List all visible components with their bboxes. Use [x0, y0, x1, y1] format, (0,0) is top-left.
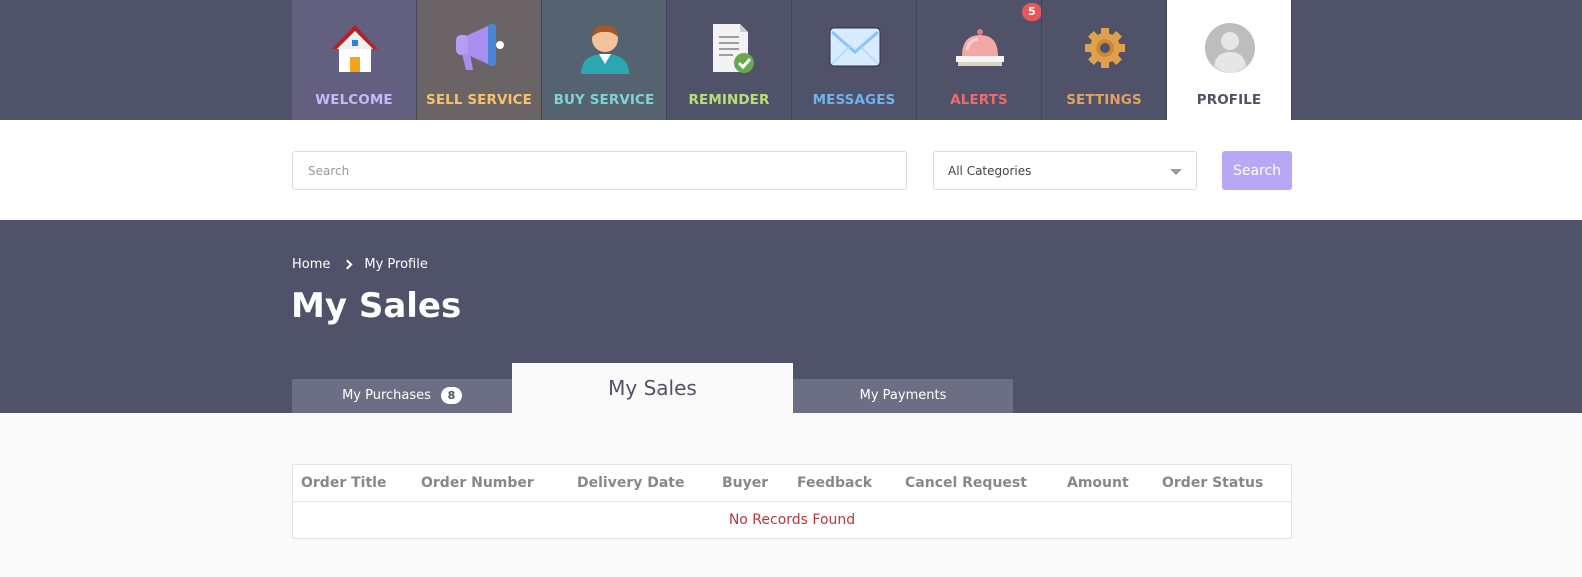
nav-reminder[interactable]: REMINDER	[667, 0, 791, 120]
table-header-row: Order Title Order Number Delivery Date B…	[293, 465, 1291, 502]
category-select-value: All Categories	[948, 164, 1032, 178]
bell-icon	[956, 29, 1004, 66]
user-icon	[581, 25, 629, 74]
nav-profile-label: PROFILE	[1196, 92, 1262, 108]
column-header-delivery-date: Delivery Date	[577, 475, 685, 491]
breadcrumb: Home My Profile	[292, 257, 428, 272]
nav-alerts[interactable]: 5 ALERTS	[917, 0, 1042, 120]
column-header-order-status: Order Status	[1162, 475, 1264, 491]
chevron-right-icon	[342, 259, 353, 270]
avatar-icon	[1205, 23, 1255, 73]
nav-welcome-label: WELCOME	[315, 92, 393, 108]
home-icon	[332, 25, 378, 72]
category-select[interactable]: All Categories	[933, 151, 1197, 190]
purchases-count-badge: 8	[440, 387, 462, 404]
nav-messages-label: MESSAGES	[812, 92, 896, 108]
megaphone-icon	[456, 24, 504, 70]
gear-icon	[1085, 28, 1125, 68]
table-empty-row: No Records Found	[293, 502, 1291, 538]
tab-my-payments-label: My Payments	[859, 388, 947, 403]
nav-sell-service-label: SELL SERVICE	[426, 92, 532, 108]
nav-profile[interactable]: PROFILE	[1167, 0, 1291, 120]
nav-messages[interactable]: MESSAGES	[792, 0, 916, 120]
nav-divider	[1291, 0, 1292, 120]
breadcrumb-home-link[interactable]: Home	[292, 257, 330, 272]
tab-my-purchases[interactable]: My Purchases 8	[292, 379, 512, 413]
column-header-amount: Amount	[1067, 475, 1129, 491]
no-records-message: No Records Found	[728, 512, 856, 528]
search-input[interactable]	[292, 151, 907, 190]
tab-my-payments[interactable]: My Payments	[793, 379, 1013, 413]
tab-my-sales[interactable]: My Sales	[512, 363, 793, 413]
tab-my-purchases-label: My Purchases	[342, 388, 431, 403]
search-button[interactable]: Search	[1222, 151, 1292, 190]
document-check-icon	[713, 24, 754, 73]
nav-settings-label: SETTINGS	[1066, 92, 1142, 108]
top-navigation: WELCOME SELL SERVICE BUY SERVICE REMINDE…	[0, 0, 1582, 120]
nav-welcome[interactable]: WELCOME	[292, 0, 416, 120]
nav-reminder-label: REMINDER	[688, 92, 770, 108]
envelope-icon	[829, 27, 881, 67]
nav-buy-service-label: BUY SERVICE	[553, 92, 655, 108]
column-header-order-title: Order Title	[301, 475, 387, 491]
breadcrumb-current: My Profile	[364, 257, 428, 272]
column-header-cancel-request: Cancel Request	[905, 475, 1027, 491]
tab-my-sales-label: My Sales	[608, 376, 697, 400]
chevron-down-icon	[1170, 169, 1182, 175]
column-header-order-number: Order Number	[421, 475, 534, 491]
alerts-count-badge: 5	[1022, 3, 1042, 21]
nav-sell-service[interactable]: SELL SERVICE	[417, 0, 541, 120]
page-title: My Sales	[291, 286, 462, 326]
column-header-buyer: Buyer	[722, 475, 769, 491]
nav-settings[interactable]: SETTINGS	[1042, 0, 1166, 120]
column-header-feedback: Feedback	[797, 475, 873, 491]
page-header: Home My Profile My Sales My Purchases 8 M…	[0, 220, 1582, 413]
sales-table: Order Title Order Number Delivery Date B…	[292, 464, 1292, 539]
nav-buy-service[interactable]: BUY SERVICE	[542, 0, 666, 120]
search-bar: All Categories Search	[0, 120, 1582, 219]
nav-alerts-label: ALERTS	[950, 92, 1008, 108]
